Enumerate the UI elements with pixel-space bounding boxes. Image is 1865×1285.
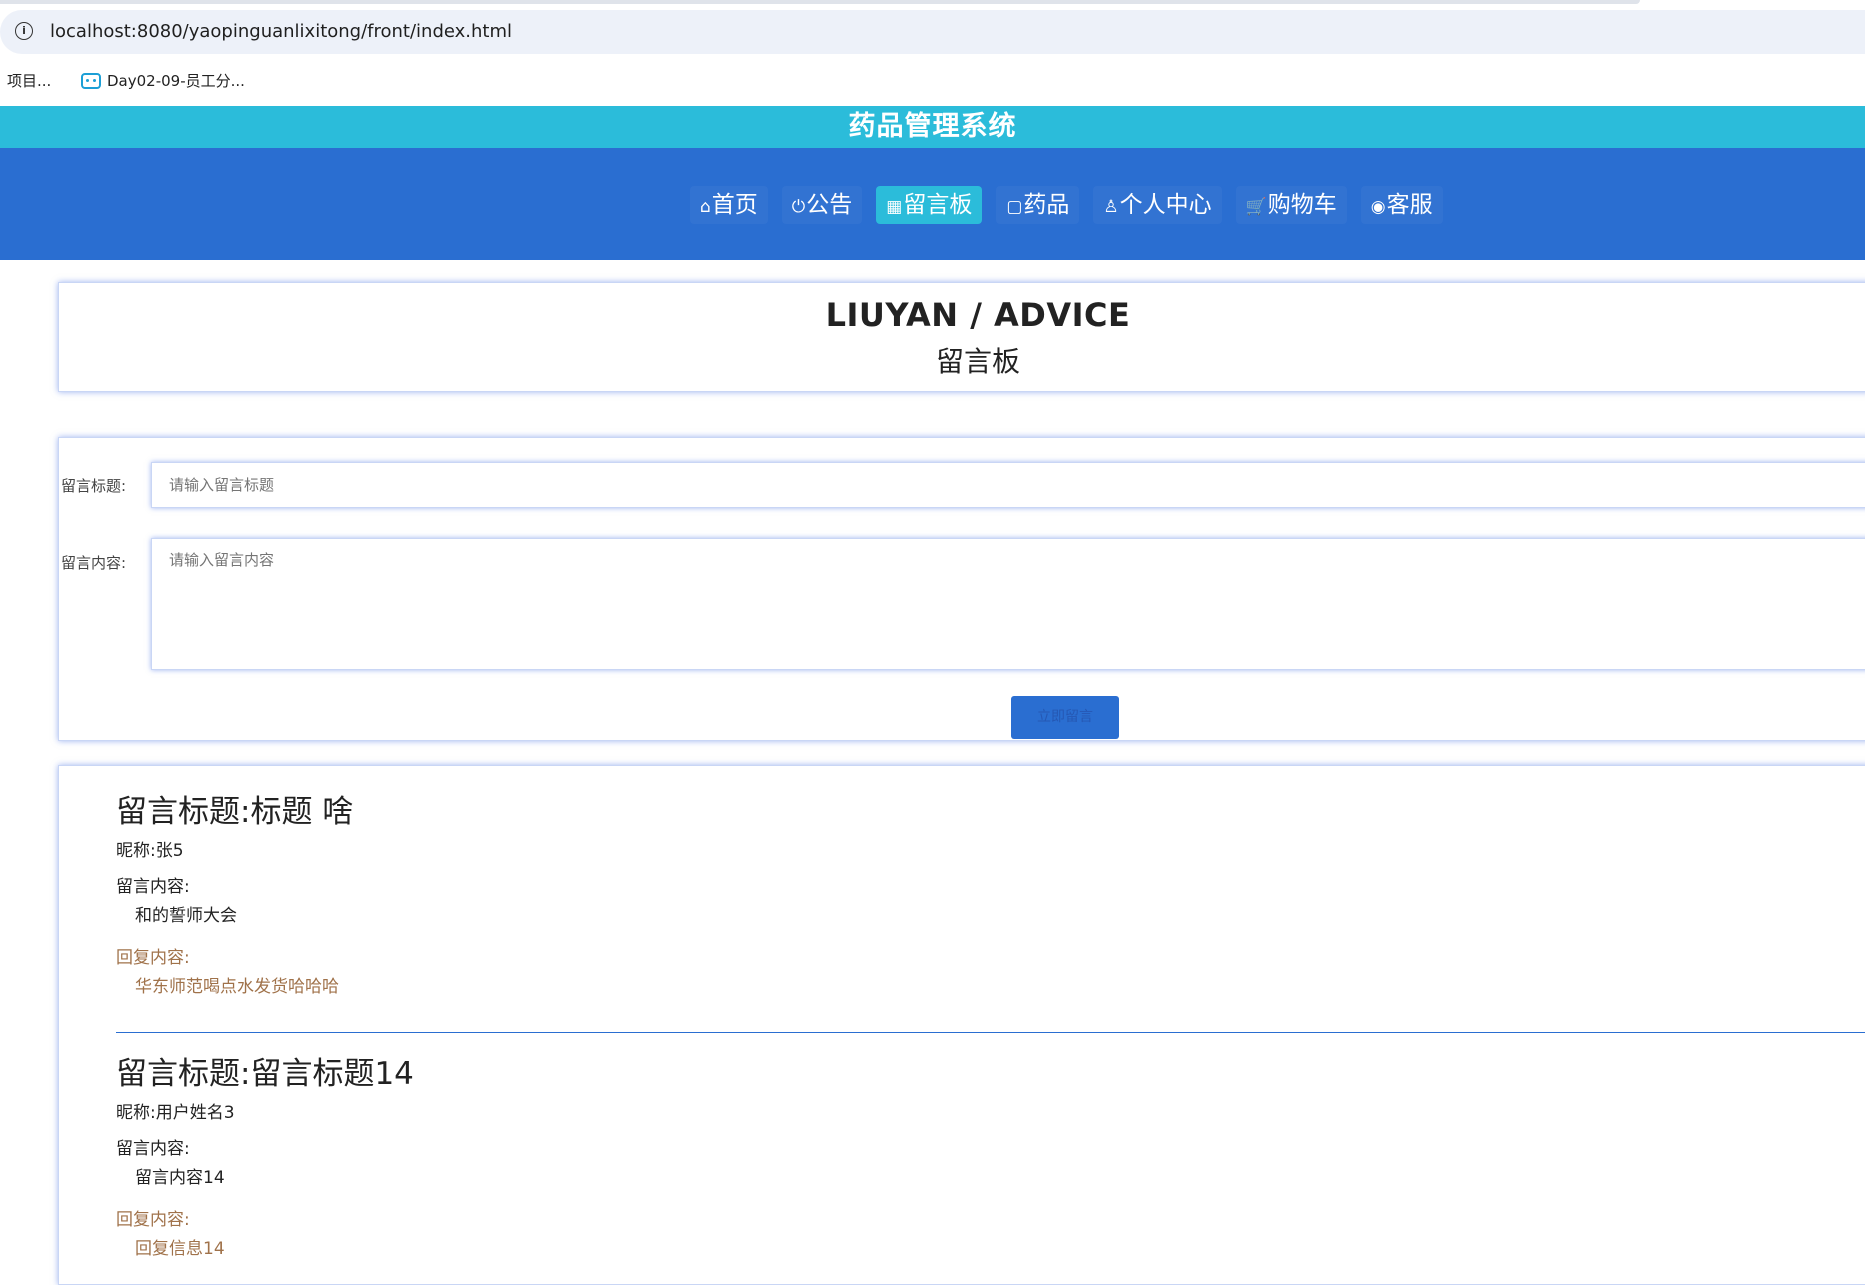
nav-announcement-label: 公告 bbox=[806, 192, 853, 218]
tab-strip bbox=[0, 0, 1640, 4]
bookmark-project[interactable]: 项目... bbox=[7, 70, 51, 91]
cart-icon: 🛒 bbox=[1245, 197, 1267, 217]
message-author: 昵称:张5 bbox=[116, 841, 184, 861]
document-icon: ▢ bbox=[1006, 197, 1023, 217]
power-icon: ⏻ bbox=[791, 197, 806, 217]
title-input[interactable] bbox=[151, 462, 1865, 508]
message-author: 昵称:用户姓名3 bbox=[116, 1103, 235, 1123]
message-content: 留言内容14 bbox=[135, 1168, 225, 1188]
content-label: 留言内容: bbox=[61, 554, 127, 572]
site-title-bar: 药品管理系统 bbox=[0, 106, 1865, 148]
nav-customer-service[interactable]: ◉客服 bbox=[1360, 186, 1443, 224]
nav-announcement[interactable]: ⏻公告 bbox=[781, 186, 863, 224]
url-text[interactable]: localhost:8080/yaopinguanlixitong/front/… bbox=[50, 21, 512, 42]
board-icon: ▦ bbox=[886, 197, 903, 217]
nav-medicine-label: 药品 bbox=[1023, 192, 1070, 218]
site-title: 药品管理系统 bbox=[848, 111, 1017, 142]
page-heading-cn: 留言板 bbox=[935, 345, 1020, 378]
nav-message-board-label: 留言板 bbox=[903, 192, 973, 218]
reply-label: 回复内容: bbox=[116, 948, 190, 968]
home-icon: ⌂ bbox=[700, 197, 711, 217]
user-icon: ♙ bbox=[1103, 197, 1119, 217]
message-list: 留言标题:标题 啥 昵称:张5 留言内容: 和的誓师大会 回复内容: 华东师范喝… bbox=[58, 765, 1865, 1285]
reply-label: 回复内容: bbox=[116, 1210, 190, 1230]
title-label: 留言标题: bbox=[61, 477, 127, 495]
nav-personal-center-label: 个人中心 bbox=[1119, 192, 1212, 218]
content-textarea[interactable] bbox=[151, 538, 1865, 670]
message-title: 留言标题:标题 啥 bbox=[116, 794, 354, 830]
heading-panel: LIUYAN / ADVICE 留言板 bbox=[58, 282, 1865, 392]
nav-home[interactable]: ⌂首页 bbox=[690, 186, 768, 224]
bookmark-day02-label: Day02-09-员工分... bbox=[107, 72, 245, 90]
reply-content: 回复信息14 bbox=[135, 1239, 225, 1259]
message-item: 留言标题:标题 啥 昵称:张5 留言内容: 和的誓师大会 回复内容: 华东师范喝… bbox=[116, 786, 1865, 997]
page-heading-en: LIUYAN / ADVICE bbox=[825, 296, 1131, 334]
bookmark-day02[interactable]: Day02-09-员工分... bbox=[81, 70, 245, 91]
submit-message-button[interactable]: 立即留言 bbox=[1011, 696, 1119, 739]
message-divider bbox=[116, 1032, 1865, 1033]
message-content-label: 留言内容: bbox=[116, 1139, 190, 1159]
nav-home-label: 首页 bbox=[711, 192, 758, 218]
bookmarks-bar: 项目... Day02-09-员工分... bbox=[0, 66, 1865, 96]
nav-cart-label: 购物车 bbox=[1267, 192, 1337, 218]
nav-medicine[interactable]: ▢药品 bbox=[996, 186, 1080, 224]
main-nav: ⌂首页 ⏻公告 ▦留言板 ▢药品 ♙个人中心 🛒购物车 ◉客服 bbox=[690, 186, 1457, 224]
message-content: 和的誓师大会 bbox=[135, 906, 237, 926]
message-item: 留言标题:留言标题14 昵称:用户姓名3 留言内容: 留言内容14 回复内容: … bbox=[116, 1048, 1865, 1259]
nav-cart[interactable]: 🛒购物车 bbox=[1235, 186, 1347, 224]
nav-customer-service-label: 客服 bbox=[1386, 192, 1433, 218]
nav-personal-center[interactable]: ♙个人中心 bbox=[1093, 186, 1222, 224]
nav-bar: ⌂首页 ⏻公告 ▦留言板 ▢药品 ♙个人中心 🛒购物车 ◉客服 bbox=[0, 148, 1865, 260]
message-content-label: 留言内容: bbox=[116, 877, 190, 897]
message-form: 留言标题: 留言内容: 立即留言 bbox=[58, 437, 1865, 741]
info-icon[interactable]: i bbox=[15, 22, 33, 40]
address-bar[interactable]: i localhost:8080/yaopinguanlixitong/fron… bbox=[0, 10, 1865, 54]
reply-content: 华东师范喝点水发货哈哈哈 bbox=[135, 977, 339, 997]
bilibili-icon bbox=[81, 73, 101, 89]
message-title: 留言标题:留言标题14 bbox=[116, 1056, 414, 1092]
nav-message-board[interactable]: ▦留言板 bbox=[876, 186, 983, 224]
chat-icon: ◉ bbox=[1370, 197, 1386, 217]
